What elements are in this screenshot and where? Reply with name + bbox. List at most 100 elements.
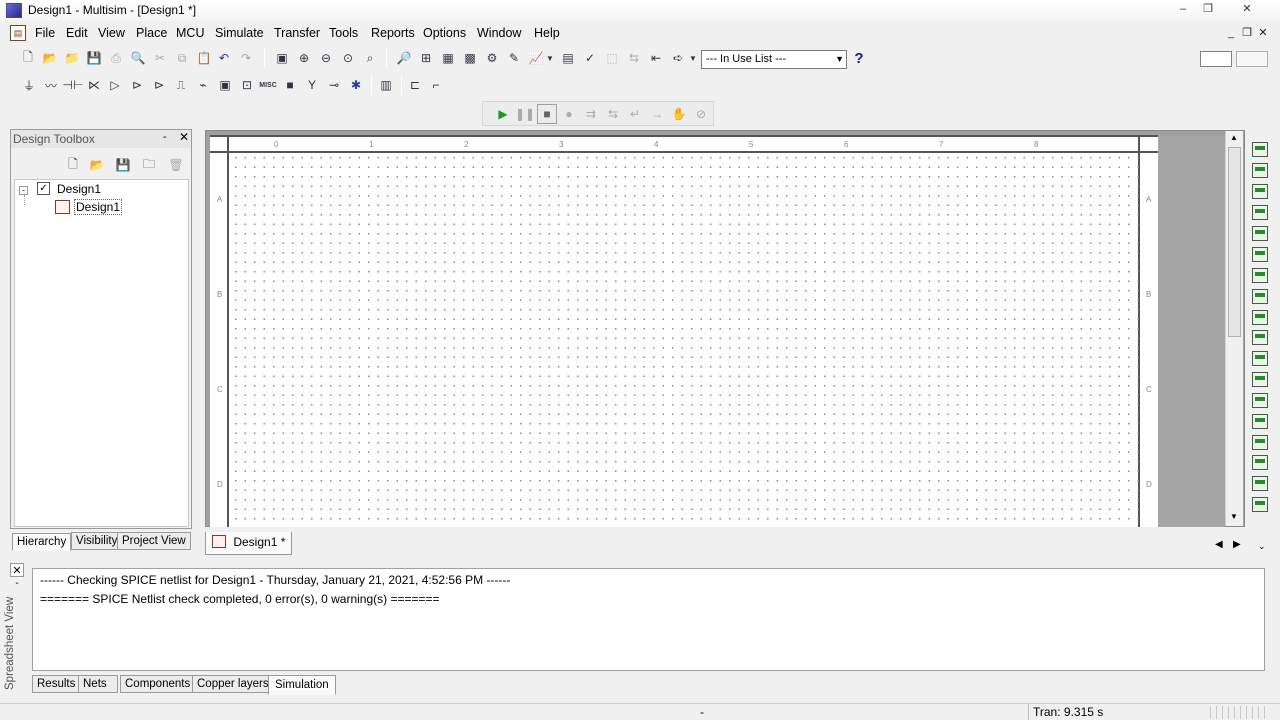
open-folder-icon[interactable]: 📂: [40, 48, 60, 68]
menu-file[interactable]: File: [35, 26, 55, 40]
four-channel-oscilloscope-icon[interactable]: [1252, 226, 1268, 241]
menu-edit[interactable]: Edit: [66, 26, 88, 40]
logic-converter-icon[interactable]: [1252, 310, 1268, 325]
view-toggle-button-2[interactable]: [1236, 51, 1268, 67]
design-toolbox-toggle-icon[interactable]: ⊞: [416, 48, 436, 68]
undo-icon[interactable]: ↶: [214, 48, 234, 68]
ttl-component-icon[interactable]: ⊳: [127, 75, 147, 95]
transfer-dropdown-icon[interactable]: ▼: [688, 48, 698, 68]
electromechanical-icon[interactable]: ⊸: [324, 75, 344, 95]
expand-icon[interactable]: ⌄: [1258, 541, 1266, 552]
open-design-icon[interactable]: 📂: [87, 155, 107, 175]
basic-component-icon[interactable]: 〰: [41, 75, 61, 95]
word-generator-icon[interactable]: [1252, 289, 1268, 304]
transistor-component-icon[interactable]: ⋉: [84, 75, 104, 95]
print-preview-icon[interactable]: 🔍: [128, 48, 148, 68]
close-button[interactable]: ✕: [1236, 1, 1258, 17]
document-icon[interactable]: ▤: [10, 25, 26, 41]
network-analyzer-icon[interactable]: [1252, 414, 1268, 429]
agilent-multimeter-icon[interactable]: [1252, 455, 1268, 470]
misc-component-icon[interactable]: MISC: [258, 75, 278, 95]
menu-help[interactable]: Help: [534, 26, 560, 40]
step-out-icon[interactable]: ↵: [625, 104, 645, 124]
menu-options[interactable]: Options: [423, 26, 466, 40]
rf-component-icon[interactable]: Y: [302, 75, 322, 95]
tektronix-oscilloscope-icon[interactable]: [1252, 497, 1268, 512]
menu-window[interactable]: Window: [477, 26, 521, 40]
tab-results[interactable]: Results: [32, 675, 81, 693]
tab-visibility[interactable]: Visibility: [71, 532, 123, 550]
scroll-down-icon[interactable]: ▼: [1230, 512, 1238, 521]
menu-mcu[interactable]: MCU: [176, 26, 204, 40]
tab-hierarchy[interactable]: Hierarchy: [12, 533, 72, 551]
view-toggle-button[interactable]: [1200, 51, 1232, 67]
zoom-sheet-icon[interactable]: ⌕: [360, 48, 380, 68]
grid-area[interactable]: [231, 153, 1139, 527]
checkbox-icon[interactable]: ✓: [37, 182, 50, 195]
power-component-icon[interactable]: ⊡: [237, 75, 257, 95]
frequency-counter-icon[interactable]: [1252, 268, 1268, 283]
new-file-icon[interactable]: 🗋: [18, 48, 38, 68]
redo-icon[interactable]: ↷: [236, 48, 256, 68]
tab-scroll-right-icon[interactable]: ▶: [1233, 539, 1241, 550]
zoom-area-icon[interactable]: ⊙: [338, 48, 358, 68]
grid-icon[interactable]: ▩: [460, 48, 480, 68]
tab-copper-layers[interactable]: Copper layers: [192, 675, 274, 693]
component-wizard-icon[interactable]: ✎: [504, 48, 524, 68]
menu-transfer[interactable]: Transfer: [274, 26, 320, 40]
spreadsheet-minimize-icon[interactable]: -: [10, 578, 24, 590]
analog-component-icon[interactable]: ▷: [105, 75, 125, 95]
menu-place[interactable]: Place: [136, 26, 167, 40]
scroll-thumb[interactable]: [1228, 147, 1241, 337]
advanced-peripherals-icon[interactable]: ■: [280, 75, 300, 95]
step-over-icon[interactable]: ⇆: [603, 104, 623, 124]
logic-analyzer-icon[interactable]: [1252, 330, 1268, 345]
forward-annotate-icon[interactable]: ⇤: [646, 48, 666, 68]
simulation-output-panel[interactable]: ------ Checking SPICE netlist for Design…: [32, 568, 1265, 671]
zoom-out-icon[interactable]: ⊖: [316, 48, 336, 68]
copy-icon[interactable]: ⧉: [172, 48, 192, 68]
pause-simulation-icon[interactable]: ❚❚: [515, 104, 535, 124]
stop-simulation-icon[interactable]: ■: [537, 104, 557, 124]
tree-root-label[interactable]: Design1: [57, 182, 101, 196]
bode-plotter-icon[interactable]: [1252, 247, 1268, 262]
area-select-icon[interactable]: ⬚: [602, 48, 622, 68]
run-to-cursor-icon[interactable]: →: [647, 104, 667, 124]
menu-tools[interactable]: Tools: [329, 26, 358, 40]
iv-analyzer-icon[interactable]: [1252, 351, 1268, 366]
help-button[interactable]: ?: [850, 50, 868, 69]
tab-design1[interactable]: Design1 *: [205, 532, 293, 555]
spreadsheet-close-icon[interactable]: ✕: [10, 563, 24, 577]
find-icon[interactable]: 🔎: [394, 48, 414, 68]
save-icon[interactable]: 💾: [84, 48, 104, 68]
transfer-icon[interactable]: ➪: [668, 48, 688, 68]
oscilloscope-icon[interactable]: [1252, 205, 1268, 220]
delete-design-icon[interactable]: 🗑: [166, 155, 186, 175]
hierarchical-block-icon[interactable]: ▥: [376, 75, 396, 95]
source-component-icon[interactable]: ⏚: [19, 75, 39, 95]
close-design-icon[interactable]: 🗀: [139, 155, 159, 175]
agilent-oscilloscope-icon[interactable]: [1252, 476, 1268, 491]
agilent-generator-icon[interactable]: [1252, 435, 1268, 450]
remove-breakpoints-icon[interactable]: ⊘: [691, 104, 711, 124]
mixed-component-icon[interactable]: ⌁: [193, 75, 213, 95]
minimize-button[interactable]: –: [1172, 1, 1194, 17]
wattmeter-icon[interactable]: [1252, 184, 1268, 199]
mdi-minimize-button[interactable]: _: [1224, 27, 1238, 40]
paste-icon[interactable]: 📋: [194, 48, 214, 68]
open-samples-icon[interactable]: 📁: [62, 48, 82, 68]
misc-digital-component-icon[interactable]: ⎍: [171, 75, 191, 95]
function-generator-icon[interactable]: [1252, 163, 1268, 178]
step-into-icon[interactable]: ⇉: [581, 104, 601, 124]
menu-simulate[interactable]: Simulate: [215, 26, 264, 40]
distortion-analyzer-icon[interactable]: [1252, 372, 1268, 387]
mcu-component-icon[interactable]: ✱: [346, 75, 366, 95]
run-simulation-icon[interactable]: ▶: [493, 104, 513, 124]
grapher-dropdown-icon[interactable]: ▼: [545, 48, 555, 68]
maximize-button[interactable]: ❐: [1197, 1, 1219, 17]
tree-child-label[interactable]: Design1: [74, 199, 123, 215]
indicator-component-icon[interactable]: ▣: [215, 75, 235, 95]
spreadsheet-toggle-icon[interactable]: ▦: [438, 48, 458, 68]
menu-reports[interactable]: Reports: [371, 26, 415, 40]
grapher-icon[interactable]: 📈: [526, 48, 546, 68]
